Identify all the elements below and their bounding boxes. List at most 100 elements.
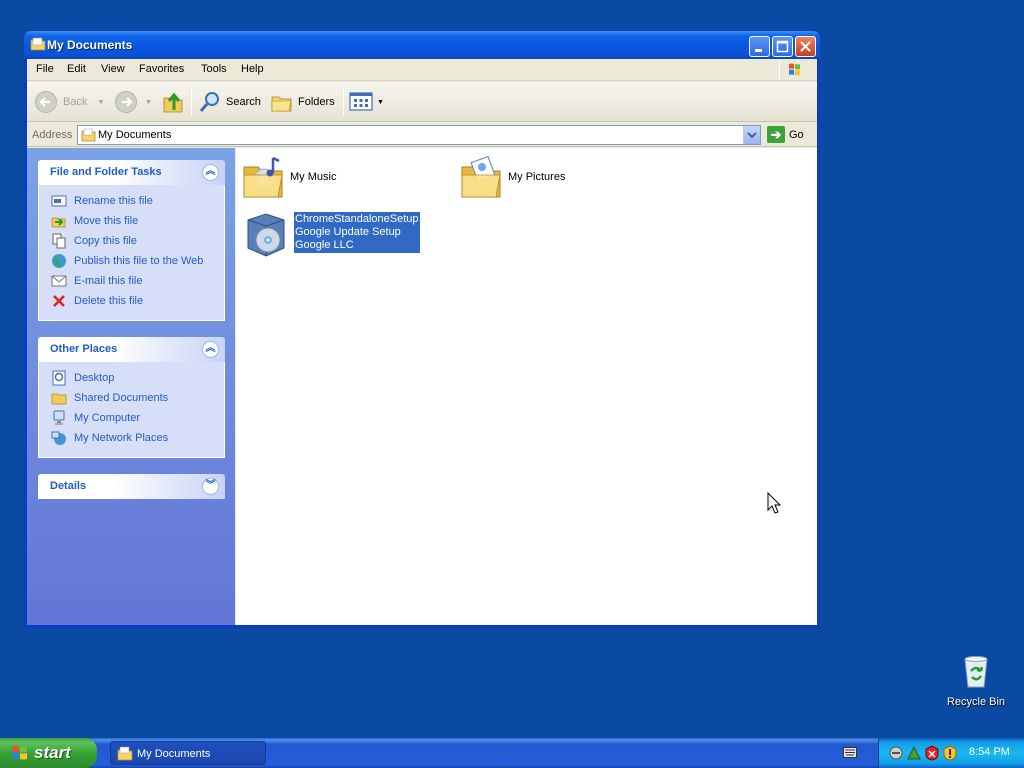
address-label: Address <box>32 129 73 141</box>
menu-bar: File Edit View Favorites Tools Help <box>27 59 817 81</box>
folders-button[interactable]: Folders <box>270 88 335 116</box>
task-move[interactable]: Move this file <box>39 211 224 231</box>
expand-icon[interactable]: ︾ <box>202 478 219 495</box>
collapse-icon[interactable]: ︽ <box>202 164 219 181</box>
forward-arrow-icon <box>115 91 137 113</box>
start-button[interactable]: start <box>0 738 97 768</box>
file-item-chrome-setup[interactable]: ChromeStandaloneSetup Google Update Setu… <box>242 210 420 258</box>
folder-icon <box>51 393 67 405</box>
security-alert-icon[interactable] <box>924 745 940 761</box>
keyboard-icon[interactable] <box>843 747 857 758</box>
details-header[interactable]: Details ︾ <box>38 474 225 499</box>
go-label: Go <box>789 128 804 141</box>
place-shared-documents[interactable]: Shared Documents <box>39 388 224 408</box>
details-panel: Details ︾ <box>38 474 225 499</box>
close-button[interactable] <box>795 36 816 57</box>
window-body: File Edit View Favorites Tools Help Back… <box>27 59 817 625</box>
back-arrow-icon <box>35 91 57 113</box>
panel-title: File and Folder Tasks <box>50 166 162 178</box>
task-email[interactable]: E-mail this file <box>39 271 224 291</box>
other-places-header[interactable]: Other Places ︽ <box>38 337 225 362</box>
menu-help[interactable]: Help <box>241 63 264 75</box>
search-icon <box>199 92 219 112</box>
task-copy[interactable]: Copy this file <box>39 231 224 251</box>
recycle-bin-icon <box>964 656 988 688</box>
panel-body: Desktop Shared Documents My Computer My … <box>38 362 225 458</box>
panel-title: Details <box>50 480 87 492</box>
delete-icon <box>53 295 65 307</box>
folders-icon <box>271 96 292 112</box>
forward-dropdown-icon[interactable]: ▼ <box>145 99 152 106</box>
task-delete[interactable]: Delete this file <box>39 291 224 311</box>
pictures-folder-icon <box>461 155 501 198</box>
clock[interactable]: 8:54 PM <box>969 746 1010 758</box>
up-folder-button[interactable] <box>161 88 185 116</box>
installer-icon <box>247 213 285 257</box>
task-label: Move this file <box>74 215 139 227</box>
globe-icon <box>52 254 66 268</box>
file-name: My Pictures <box>508 171 566 183</box>
place-my-network-places[interactable]: My Network Places <box>39 428 224 448</box>
place-label: Desktop <box>74 372 115 384</box>
views-button[interactable]: ▼ <box>349 88 384 116</box>
network-status-icon[interactable] <box>888 745 904 761</box>
address-bar: Address My Documents ➔ Go <box>27 123 817 147</box>
up-folder-icon <box>163 92 183 113</box>
standard-toolbar: Back ▼ ▼ Search Folders ▼ <box>27 82 817 122</box>
menu-edit[interactable]: Edit <box>67 63 86 75</box>
search-button[interactable]: Search <box>198 88 261 116</box>
recycle-bin-label: Recycle Bin <box>946 696 1006 708</box>
computer-icon <box>53 410 65 425</box>
file-description: Google Update Setup <box>295 226 401 238</box>
desktop-icon <box>52 370 66 386</box>
copy-icon <box>52 233 66 249</box>
folder-icon <box>30 37 46 51</box>
back-button[interactable]: Back ▼ <box>35 88 104 116</box>
views-dropdown-icon: ▼ <box>377 98 384 106</box>
file-folder-tasks-panel: File and Folder Tasks ︽ Rename this file… <box>38 160 225 321</box>
menu-favorites[interactable]: Favorites <box>139 63 184 75</box>
network-icon <box>51 431 66 445</box>
maximize-icon <box>776 40 789 53</box>
start-label: start <box>34 743 71 762</box>
go-button[interactable]: ➔ Go <box>767 126 804 143</box>
title-bar[interactable]: My Documents <box>24 31 820 59</box>
file-folder-tasks-header[interactable]: File and Folder Tasks ︽ <box>38 160 225 185</box>
folder-icon <box>117 746 133 761</box>
menu-view[interactable]: View <box>101 63 125 75</box>
address-dropdown-button[interactable] <box>743 126 760 144</box>
recycle-bin[interactable]: Recycle Bin <box>944 655 1008 708</box>
place-label: My Computer <box>74 412 141 424</box>
address-input[interactable]: My Documents <box>77 125 761 145</box>
place-label: Shared Documents <box>74 392 169 404</box>
file-item-my-music[interactable]: My Music <box>242 155 336 199</box>
update-icon[interactable] <box>906 745 922 761</box>
menu-tools[interactable]: Tools <box>201 63 227 75</box>
task-pane: File and Folder Tasks ︽ Rename this file… <box>27 148 235 625</box>
task-label: Copy this file <box>74 235 137 247</box>
close-icon <box>800 41 811 52</box>
task-label: Rename this file <box>74 195 153 207</box>
views-icon <box>349 92 373 111</box>
task-rename[interactable]: Rename this file <box>39 191 224 211</box>
back-dropdown-icon[interactable]: ▼ <box>97 99 104 106</box>
task-publish[interactable]: Publish this file to the Web <box>39 251 224 271</box>
forward-button[interactable]: ▼ <box>115 88 152 116</box>
my-documents-icon <box>81 128 96 142</box>
menu-file[interactable]: File <box>36 63 54 75</box>
system-tray: 8:54 PM <box>878 738 1024 768</box>
collapse-icon[interactable]: ︽ <box>202 341 219 358</box>
other-places-panel: Other Places ︽ Desktop Shared Documents … <box>38 337 225 458</box>
file-name-block: ChromeStandaloneSetup Google Update Setu… <box>294 212 420 253</box>
place-desktop[interactable]: Desktop <box>39 368 224 388</box>
window-title: My Documents <box>47 38 133 52</box>
taskbar-button-my-documents[interactable]: My Documents <box>110 741 266 765</box>
place-my-computer[interactable]: My Computer <box>39 408 224 428</box>
file-item-my-pictures[interactable]: My Pictures <box>460 155 565 199</box>
file-company: Google LLC <box>295 239 354 251</box>
music-folder-icon <box>243 156 283 198</box>
minimize-button[interactable] <box>749 36 770 57</box>
shield-icon[interactable] <box>942 745 958 761</box>
back-label: Back <box>63 96 88 108</box>
maximize-button[interactable] <box>772 36 793 57</box>
